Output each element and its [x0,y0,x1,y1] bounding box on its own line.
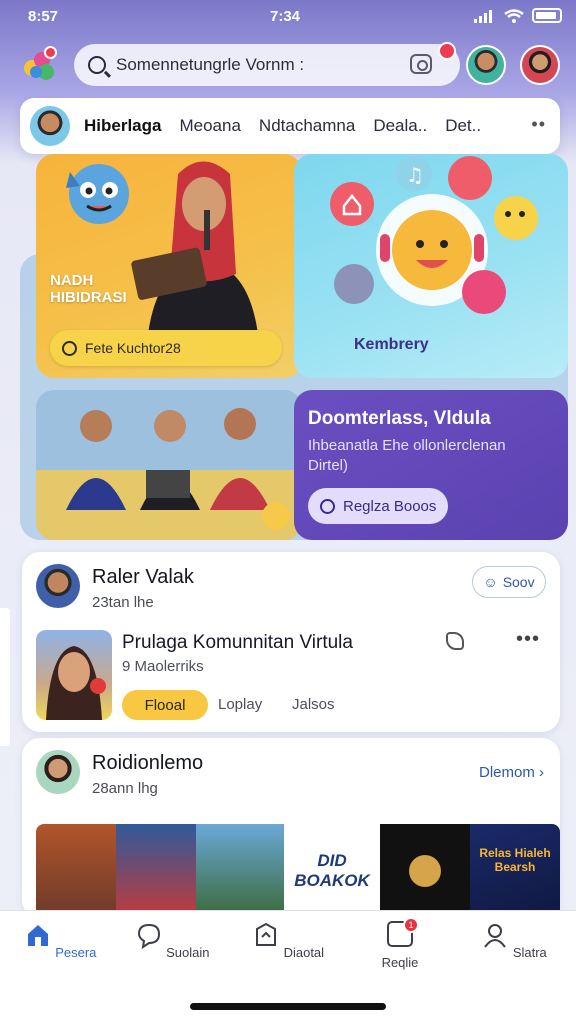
post-timestamp: 23tan lhe [92,594,154,611]
camera-icon[interactable] [410,54,432,74]
featured-card-study-group[interactable] [36,390,302,540]
media-tile-5[interactable] [380,824,470,918]
nav-chat[interactable]: Suolain [124,921,220,960]
media-tile-6-label: Relas Hialeh Bearsh [479,846,551,874]
chip-jalsos[interactable]: Jalsos [292,696,335,713]
status-icons [474,8,562,23]
tab-category-5[interactable]: Det.. [445,116,481,136]
media-tile-2[interactable] [116,824,196,918]
featured-card-caption: Kembrery [354,336,429,353]
nav-home-label: Pesera [55,945,97,960]
profile-icon [484,924,507,948]
post-author-avatar[interactable] [36,564,80,608]
check-circle-icon [320,498,335,514]
tab-category-3[interactable]: Ndtachamna [259,116,355,136]
chat-icon [137,923,160,950]
more-icon[interactable]: •• [531,114,546,135]
featured-card-doc-desc: Ihbeanatla Ehe ollonlerclenan Dirtel) [308,437,506,474]
media-strip: DID BOAKOK Relas Hialeh Bearsh [36,824,560,918]
nav-notifications-label: Reqlie [381,955,419,970]
music-illustration: ♫ [330,156,538,314]
feed-post-1: Raler Valak 23tan lhe ☺ Soov Prulaga Kom… [22,552,560,732]
media-tile-3[interactable] [196,824,284,918]
media-tile-6[interactable]: Relas Hialeh Bearsh [470,824,560,918]
signal-icon [474,9,492,23]
home-icon [27,925,48,946]
nav-shield-label: Diaotal [283,945,325,960]
speaker-illustration [131,161,258,334]
featured-grid: NADH HIBIDRASI Fete Kuchtor28 ♫ Kembrery [20,154,568,544]
friend-avatar-2[interactable] [520,45,560,85]
more-link-label: Dlemom [478,764,535,781]
post-more-icon[interactable]: ••• [516,628,540,651]
join-button[interactable]: Flooal [122,690,208,720]
nav-notifications[interactable]: 1 Reqlie [352,917,448,970]
category-tabs: Hiberlaga Meoana Ndtachamna Deala.. Det.… [20,98,560,154]
nav-home[interactable]: Pesera [12,921,108,960]
add-user-icon: ☺ [483,574,498,590]
tab-category-2[interactable]: Meoana [179,116,240,136]
nav-profile-label: Slatra [512,945,547,960]
nav-chat-label: Suolain [166,945,210,960]
register-button[interactable]: Reglza Booos [308,488,448,524]
post-timestamp: 28ann lhg [92,780,158,797]
status-bar: 8:57 7:34 [0,0,576,32]
nav-shield[interactable]: Diaotal [240,921,336,960]
featured-card-music[interactable]: ♫ Kembrery [294,154,568,378]
post-author-name[interactable]: Raler Valak [92,566,194,589]
share-icon[interactable] [446,632,464,650]
post-author-name[interactable]: Roidionlemo [92,752,203,775]
wifi-icon [504,8,524,23]
svg-text:♫: ♫ [406,163,424,187]
home-indicator[interactable] [190,1003,386,1010]
featured-card-pill-label: Fete Kuchtor28 [85,340,181,356]
featured-card-pill[interactable]: Fete Kuchtor28 [50,330,282,366]
shield-icon [255,922,276,946]
media-tile-4-line1: DID [317,851,347,870]
search-icon [88,56,106,74]
logo-notification-badge [44,46,57,59]
featured-card-doc-title: Doomterlass, Vldula [308,408,491,429]
featured-card-title: NADH HIBIDRASI [50,272,127,306]
media-tile-4-line2: BOAKOK [294,871,370,890]
clock-icon [62,340,77,356]
featured-card-podcast[interactable]: NADH HIBIDRASI Fete Kuchtor28 [36,154,302,378]
register-button-label: Reglza Booos [343,497,437,515]
community-portrait [46,646,106,720]
tab-category-4[interactable]: Deala.. [373,116,427,136]
post-author-avatar[interactable] [36,750,80,794]
camera-badge [438,42,456,60]
community-members: 9 Maolerriks [122,658,204,675]
notify-icon: 1 [387,917,419,947]
user-avatar[interactable] [30,106,70,146]
status-time-center: 7:34 [270,8,301,25]
notification-badge: 1 [403,917,419,933]
feed-post-2: Roidionlemo 28ann lhg Dlemom › DID BOAKO… [22,738,560,918]
search-input[interactable] [116,55,396,75]
top-bar [0,42,576,88]
media-tile-1[interactable] [36,824,116,918]
see-more-link[interactable]: Dlemom › [479,764,544,781]
follow-button[interactable]: ☺ Soov [472,566,546,598]
chip-replay[interactable]: Loplay [218,696,262,713]
status-time-left: 8:57 [28,8,59,25]
tab-category-1[interactable]: Hiberlaga [84,116,161,136]
bottom-navigation: Pesera Suolain Diaotal 1 Reqlie Slatra [0,910,576,1024]
media-tile-4[interactable]: DID BOAKOK [284,824,380,918]
search-bar[interactable] [74,42,460,86]
battery-icon [532,8,562,23]
community-title[interactable]: Prulaga Komunnitan Virtula [122,632,353,654]
follow-button-label: Soov [502,574,535,590]
nav-profile[interactable]: Slatra [466,921,562,960]
side-edge-marker [0,608,10,746]
study-group-photo [36,390,302,540]
community-thumbnail[interactable] [36,630,112,720]
friend-avatar-1[interactable] [466,45,506,85]
featured-card-documentary[interactable]: Doomterlass, Vldula Ihbeanatla Ehe ollon… [294,390,568,540]
